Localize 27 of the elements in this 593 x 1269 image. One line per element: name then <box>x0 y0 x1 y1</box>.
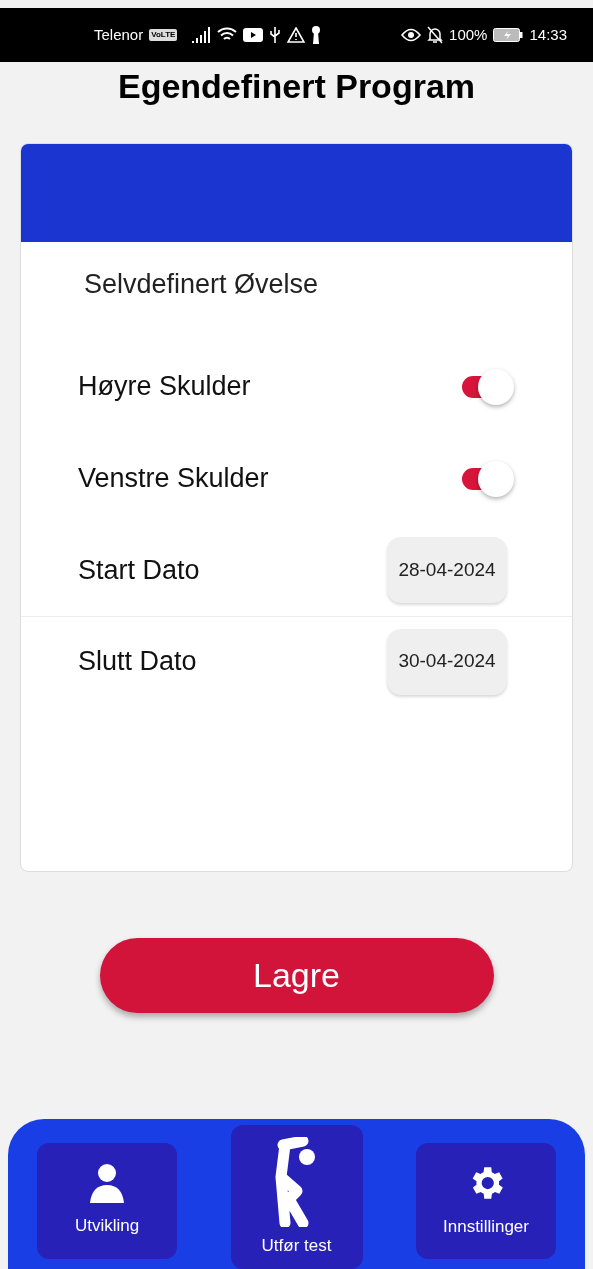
toggle-switch[interactable] <box>462 368 514 405</box>
date-label: Slutt Dato <box>78 645 198 679</box>
keyhole-icon <box>311 26 322 44</box>
page-title: Egendefinert Program <box>116 66 477 107</box>
card-heading: Selvdefinert Øvelse <box>83 268 320 301</box>
nav-tab[interactable]: Utfør test <box>230 1125 363 1269</box>
clock: 14:33 <box>529 24 567 45</box>
date-label: Start Dato <box>78 553 201 587</box>
date-button[interactable]: 30-04-2024 <box>387 628 507 695</box>
video-icon <box>243 28 264 42</box>
signal-icon <box>191 27 212 43</box>
network-badge: VoLTE <box>149 29 178 41</box>
switch-label: Venstre Skulder <box>78 462 270 496</box>
eye-icon <box>401 28 422 42</box>
nav-tab[interactable]: Utvikling <box>37 1143 177 1259</box>
switch-label: Høyre Skulder <box>78 370 252 404</box>
person-icon <box>88 1163 126 1204</box>
nav-tab[interactable]: Innstillinger <box>416 1143 556 1259</box>
battery-percentage: 100% <box>449 24 488 45</box>
carrier-name: Telenor <box>94 24 144 45</box>
battery-icon <box>493 28 524 42</box>
muted-bell-icon <box>427 26 444 44</box>
warning-icon <box>287 27 306 43</box>
usb-icon <box>269 26 282 44</box>
toggle-switch[interactable] <box>462 460 514 497</box>
save-button[interactable]: Lagre <box>99 938 494 1013</box>
date-button[interactable]: 28-04-2024 <box>387 537 507 603</box>
